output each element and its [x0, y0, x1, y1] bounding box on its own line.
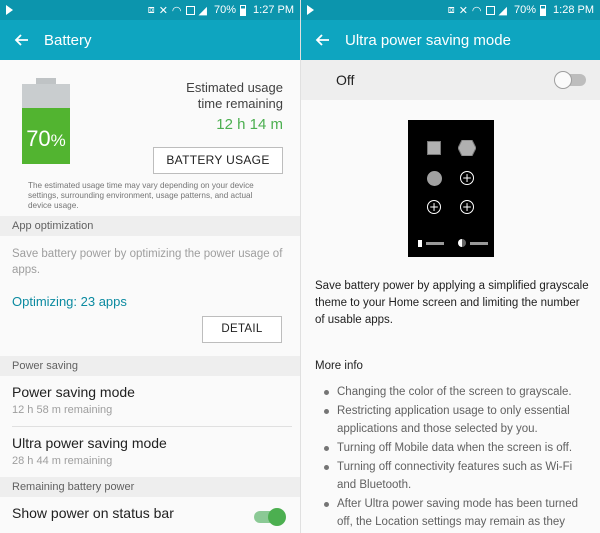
app-bar: Ultra power saving mode	[301, 20, 600, 60]
list-item: Turning off connectivity features such a…	[321, 458, 591, 494]
vibrate-icon: ⧈	[447, 3, 455, 16]
battery-screen: ⧈ ✕ ◠ ◢ 70% 1:27 PM Battery 70% Estimate…	[0, 0, 300, 533]
estimated-usage-label: Estimated usage time remaining	[186, 80, 283, 111]
battery-percent: 70%	[214, 4, 237, 16]
back-arrow-icon[interactable]	[311, 29, 333, 51]
signal-icon: ◢	[198, 4, 207, 17]
battery-icon	[240, 4, 247, 16]
list-item: After Ultra power saving mode has been t…	[321, 495, 591, 531]
power-saving-mode-item[interactable]: Power saving mode 12 h 58 m remaining	[0, 376, 300, 426]
add-app-icon: +	[427, 200, 441, 214]
vibrate-icon: ⧈	[147, 3, 155, 16]
show-power-label: Show power on status bar	[12, 505, 174, 521]
signal-icon: ◢	[498, 4, 507, 17]
play-icon	[307, 5, 314, 15]
list-item: Turning off Mobile data when the screen …	[321, 439, 591, 457]
grayscale-home-preview: + + +	[408, 120, 494, 257]
app-hexagon-icon	[458, 140, 476, 156]
status-bar: ⧈ ✕ ◠ ◢ 70% 1:27 PM	[0, 0, 300, 20]
master-switch-label: Off	[336, 72, 355, 88]
ultra-power-saving-mode-item[interactable]: Ultra power saving mode 28 h 44 m remain…	[0, 427, 300, 477]
sim-icon	[185, 5, 195, 15]
ultra-power-saving-screen: ⧈ ✕ ◠ ◢ 70% 1:28 PM Ultra power saving m…	[300, 0, 600, 533]
clock: 1:27 PM	[253, 4, 294, 16]
more-info-list: Changing the color of the screen to gray…	[321, 383, 591, 532]
sim-icon	[485, 5, 495, 15]
battery-summary: 70% Estimated usage time remaining 12 h …	[0, 60, 300, 216]
play-icon	[6, 5, 13, 15]
optimizing-status: Optimizing: 23 apps	[12, 294, 127, 309]
list-item: Restricting application usage to only es…	[321, 402, 591, 438]
remaining-battery-header: Remaining battery power	[0, 477, 300, 497]
more-info-label: More info	[315, 360, 363, 372]
app-optimization-desc: Save battery power by optimizing the pow…	[12, 248, 283, 276]
battery-level-text: 70%	[26, 126, 66, 151]
battery-usage-button[interactable]: BATTERY USAGE	[153, 147, 283, 174]
clock: 1:28 PM	[553, 4, 594, 16]
power-saving-header: Power saving	[0, 356, 300, 376]
add-app-icon: +	[460, 200, 474, 214]
app-circle-icon	[427, 171, 442, 186]
detail-button[interactable]: DETAIL	[202, 316, 282, 343]
ultra-description: Save battery power by applying a simplif…	[315, 280, 589, 326]
estimated-time: 12 h 14 m	[216, 116, 283, 133]
show-power-toggle[interactable]	[254, 508, 286, 526]
status-bar: ⧈ ✕ ◠ ◢ 70% 1:28 PM	[301, 0, 600, 20]
app-bar: Battery	[0, 20, 300, 60]
master-switch-row[interactable]: Off	[301, 60, 600, 100]
disclaimer-text: The estimated usage time may vary depend…	[28, 181, 254, 210]
show-power-row[interactable]: Show power on status bar	[0, 497, 300, 533]
page-title: Battery	[44, 31, 92, 49]
back-arrow-icon[interactable]	[10, 29, 32, 51]
battery-icon	[540, 4, 547, 16]
list-item: Changing the color of the screen to gray…	[321, 383, 591, 401]
battery-percent: 70%	[514, 4, 537, 16]
wifi-icon: ◠	[471, 4, 482, 17]
mute-icon: ✕	[158, 4, 168, 17]
wifi-icon: ◠	[171, 4, 182, 17]
mute-icon: ✕	[458, 4, 468, 17]
page-title: Ultra power saving mode	[345, 31, 511, 49]
app-square-icon	[427, 141, 441, 155]
battery-mini-icon	[418, 240, 422, 247]
brightness-mini-icon	[458, 239, 466, 247]
master-switch-toggle[interactable]	[554, 71, 586, 89]
add-app-icon: +	[460, 171, 474, 185]
battery-level-graphic: 70%	[22, 78, 70, 164]
app-optimization-header: App optimization	[0, 216, 300, 236]
